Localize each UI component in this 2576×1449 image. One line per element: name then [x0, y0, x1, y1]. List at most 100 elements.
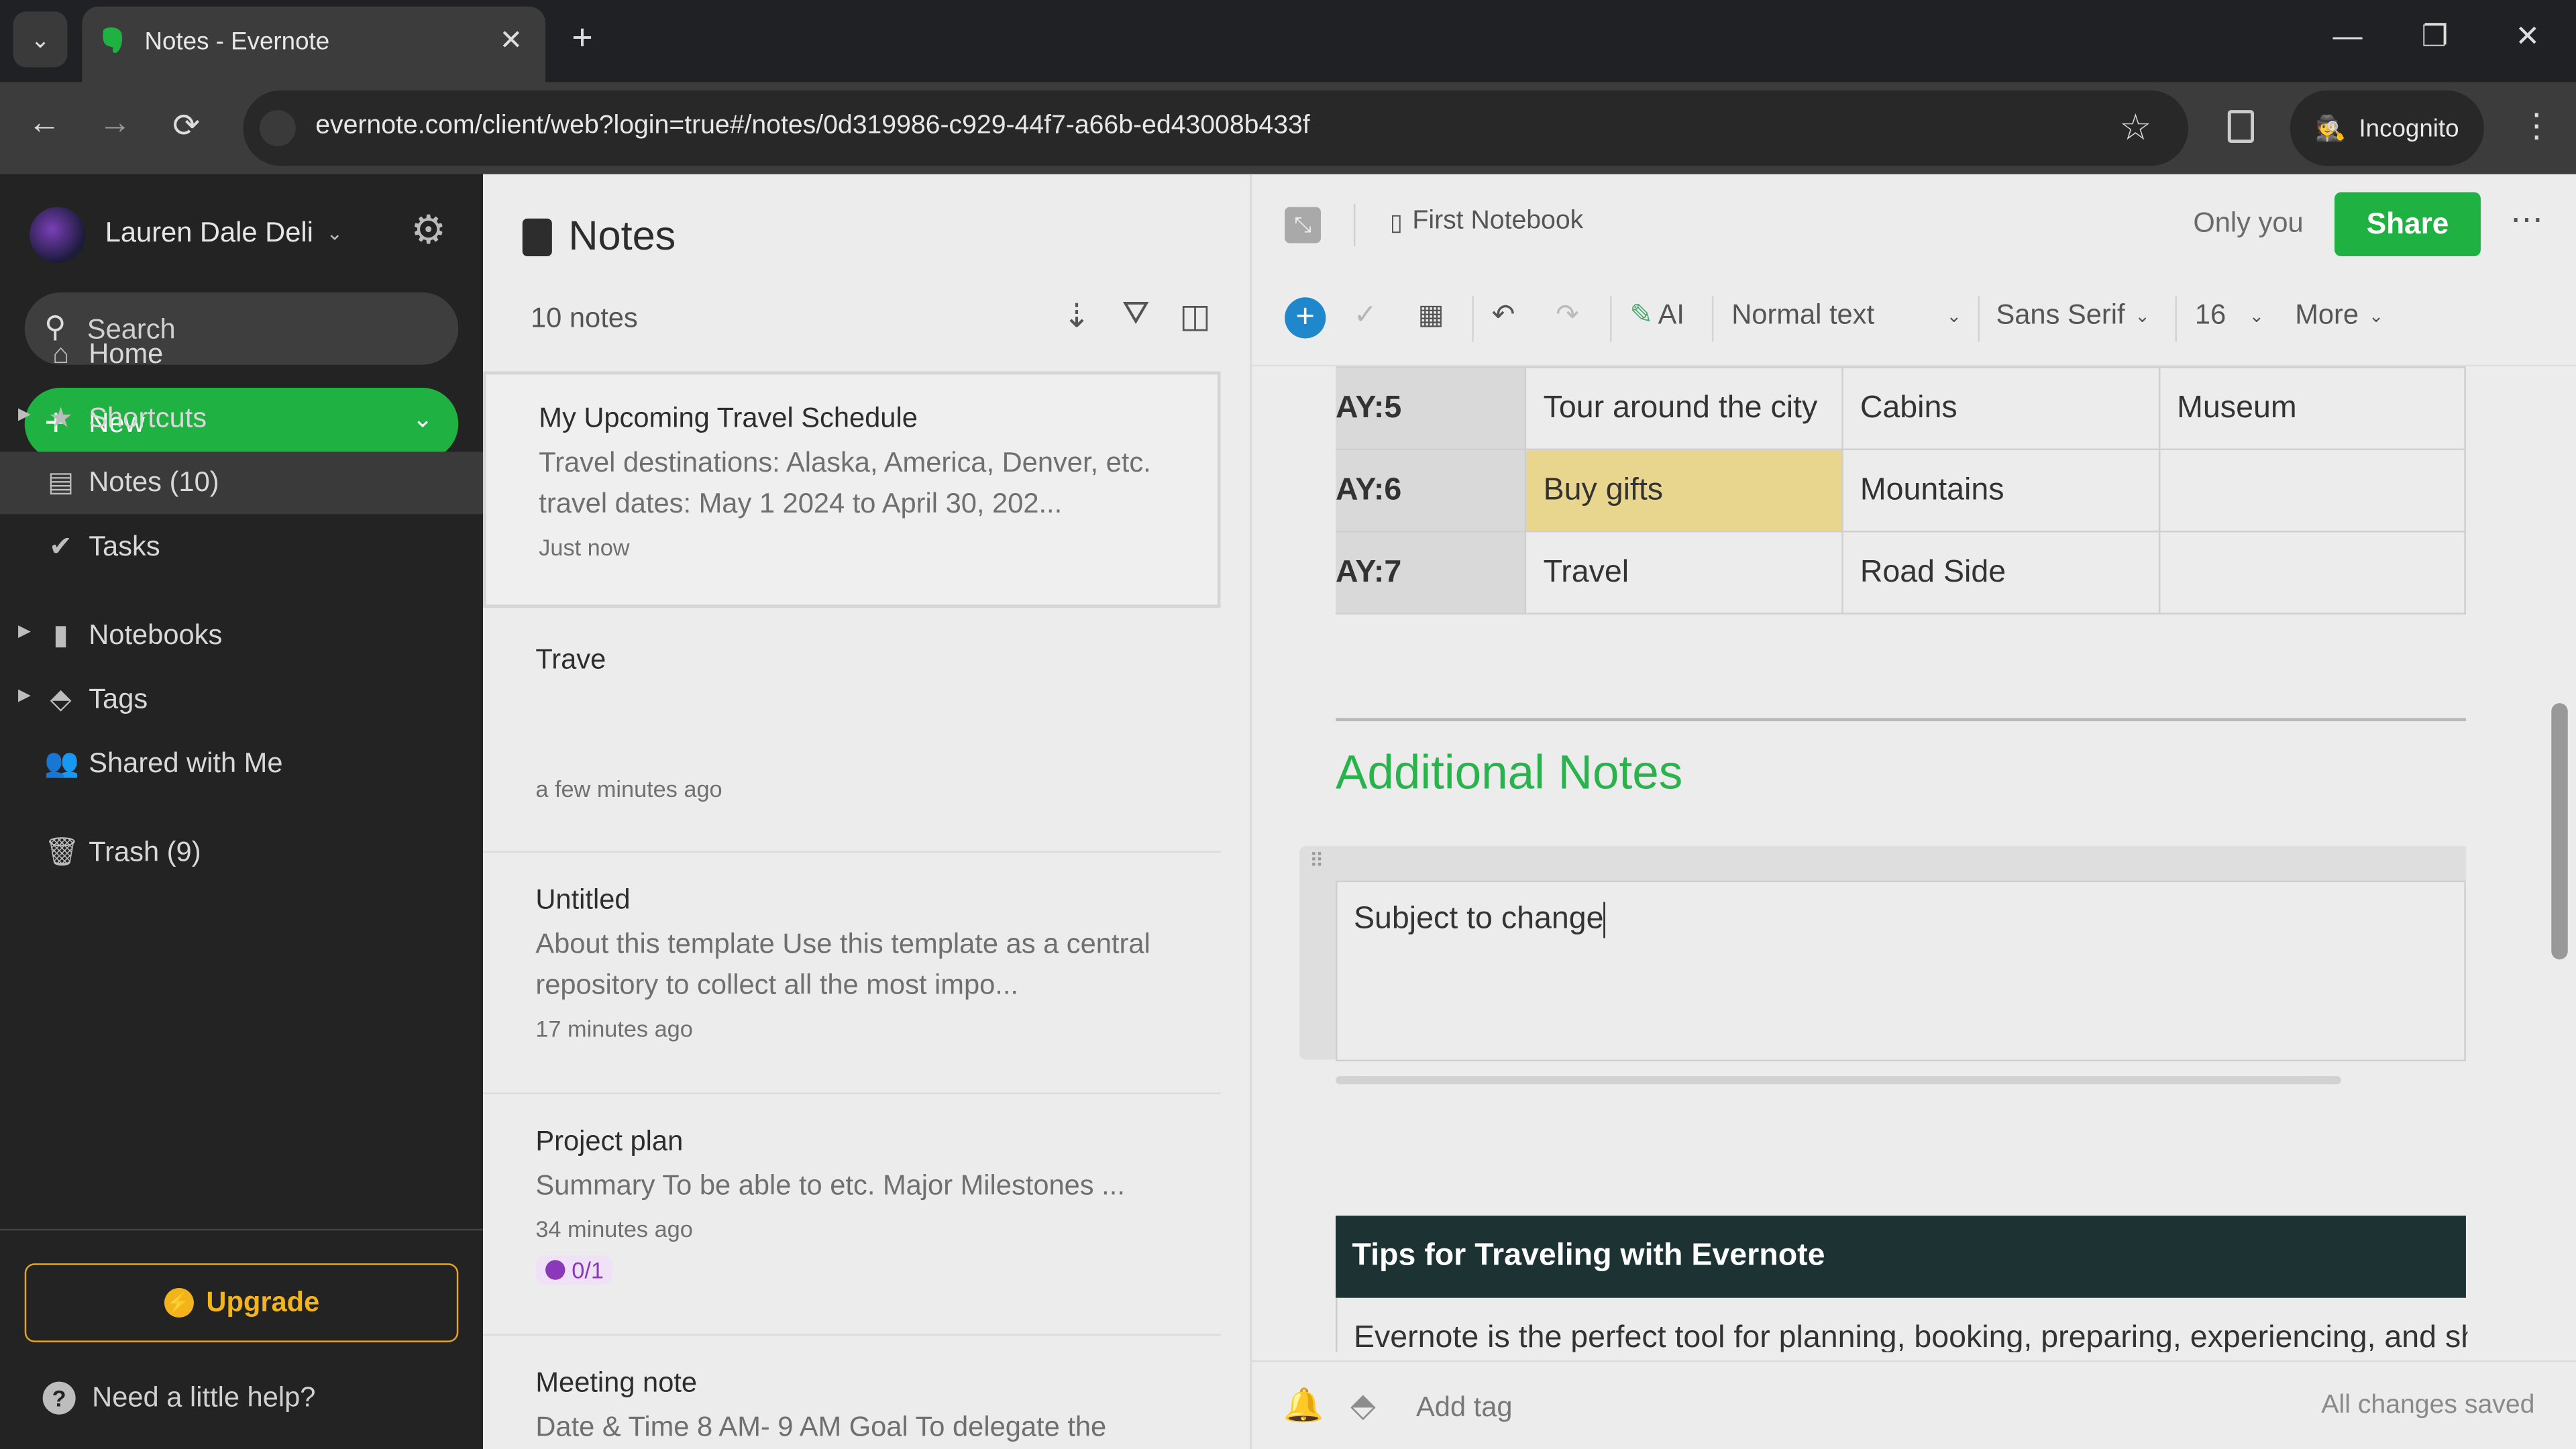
url-text[interactable]: evernote.com/client/web?login=true#/note…	[315, 112, 1309, 142]
redo-icon[interactable]: ↷	[1556, 299, 1579, 332]
day-cell[interactable]: AY:5	[1336, 366, 1527, 451]
restore-icon[interactable]: ❐	[2422, 19, 2449, 54]
add-tag-input[interactable]: Add tag	[1416, 1391, 1513, 1424]
sidebar-item-notes[interactable]: ▤ Notes (10)	[0, 451, 484, 515]
browser-tab[interactable]: Notes - Evernote ✕	[82, 6, 546, 83]
table-row: AY:5 Tour around the city Cabins Museum	[1336, 366, 2466, 451]
block-drag-handle[interactable]: ⠿	[1299, 846, 1336, 1060]
forward-icon[interactable]: →	[99, 105, 131, 143]
note-body[interactable]: AY:5 Tour around the city Cabins Museum AY:6…	[1252, 366, 2550, 1352]
note-title: Untitled	[535, 883, 631, 916]
help-link[interactable]: ? Need a little help?	[42, 1381, 315, 1415]
visibility-label[interactable]: Only you	[2193, 207, 2303, 240]
note-list-item[interactable]: Untitled About this template Use this tem…	[483, 851, 1221, 1093]
expand-icon[interactable]: ⤡	[1285, 207, 1321, 244]
block-text-wrap: Subject to change	[1354, 902, 1605, 938]
day-cell[interactable]: AY:7	[1336, 531, 1527, 614]
add-tag-icon[interactable]: ⬘	[1350, 1385, 1376, 1426]
task-count-badge: 0/1	[535, 1255, 614, 1285]
divider	[1353, 203, 1356, 247]
window-close-icon[interactable]: ✕	[2515, 19, 2540, 54]
table-cell[interactable]: Buy gifts	[1525, 448, 1844, 533]
table-cell[interactable]: Road Side	[1841, 531, 2161, 614]
side-panel-icon[interactable]	[2227, 110, 2255, 144]
sidebar-item-tasks[interactable]: ✔ Tasks	[0, 516, 483, 578]
table-cell[interactable]: Museum	[2159, 366, 2466, 451]
site-settings-icon[interactable]	[259, 110, 296, 146]
bookmark-star-icon[interactable]: ☆	[2119, 107, 2151, 150]
day-cell[interactable]: AY:6	[1336, 448, 1527, 533]
close-tab-icon[interactable]: ✕	[499, 25, 523, 58]
ai-button[interactable]: ✎ AI	[1629, 299, 1684, 332]
text-cursor	[1603, 902, 1605, 938]
font-size-value: 16	[2194, 299, 2226, 331]
note-list-item[interactable]: Meeting note Date & Time 8 AM- 9 AM Goal …	[483, 1334, 1221, 1449]
table-cell[interactable]: Mountains	[1841, 448, 2161, 533]
table-cell[interactable]: Cabins	[1841, 366, 2161, 451]
tab-search-button[interactable]: ⌄	[13, 11, 68, 68]
upgrade-button[interactable]: ⚡ Upgrade	[24, 1263, 459, 1342]
browser-menu-icon[interactable]: ⋮	[2520, 105, 2553, 146]
sidebar-item-notebooks[interactable]: ▶ ▮ Notebooks	[0, 604, 483, 667]
insert-plus-icon[interactable]: +	[1285, 297, 1326, 339]
calendar-icon[interactable]: ▦	[1417, 299, 1444, 332]
sidebar-item-label: Notes (10)	[89, 466, 219, 498]
task-check-icon[interactable]: ✓	[1354, 299, 1377, 332]
sidebar-item-label: Trash (9)	[89, 836, 201, 868]
note-editor: ⤡ ▯ First Notebook Only you Share ⋯ + ✓ …	[1250, 174, 2576, 1449]
more-dropdown[interactable]: More ⌄	[2295, 299, 2383, 332]
view-layout-icon[interactable]: ◫	[1179, 296, 1210, 337]
font-dropdown[interactable]: Sans Serif ⌄	[1996, 299, 2150, 332]
text-block[interactable]: Subject to change	[1336, 880, 2466, 1062]
task-count: 0/1	[572, 1256, 604, 1283]
address-bar[interactable]: evernote.com/client/web?login=true#/note…	[243, 90, 2189, 166]
sidebar-item-shared[interactable]: 👥 Shared with Me	[0, 733, 483, 795]
sidebar-item-tags[interactable]: ▶ ⬘ Tags	[0, 669, 483, 731]
expand-caret-icon[interactable]: ▶	[18, 406, 31, 424]
table-cell[interactable]: Tour around the city	[1525, 366, 1844, 451]
notebook-selector[interactable]: ▯ First Notebook	[1390, 207, 1583, 237]
new-tab-button[interactable]: +	[572, 16, 592, 59]
sort-icon[interactable]: ⇣	[1063, 296, 1090, 337]
more-options-icon[interactable]: ⋯	[2510, 199, 2543, 239]
note-snippet: Summary To be able to etc. Major Milesto…	[535, 1169, 1125, 1201]
drag-dots-icon: ⠿	[1309, 849, 1324, 873]
avatar[interactable]	[30, 207, 86, 263]
table-cell[interactable]: Travel	[1525, 531, 1844, 614]
task-check-icon	[545, 1260, 566, 1280]
font-value: Sans Serif	[1996, 299, 2125, 331]
minimize-icon[interactable]: —	[2333, 19, 2363, 54]
table-cell[interactable]	[2159, 531, 2466, 614]
sidebar-item-trash[interactable]: 🗑 Trash (9)	[0, 821, 483, 883]
sidebar-icon: ⬘	[50, 683, 72, 715]
note-list-item[interactable]: My Upcoming Travel Schedule Travel destin…	[483, 371, 1221, 608]
formatting-toolbar: + ✓ ▦ ↶ ↷ ✎ AI Normal text ⌄ Sans Serif …	[1252, 273, 2576, 367]
expand-caret-icon[interactable]: ▶	[18, 623, 31, 641]
filter-icon[interactable]: ⛛	[1122, 296, 1150, 333]
table-cell[interactable]	[2159, 448, 2466, 533]
block-text: Subject to change	[1353, 902, 1604, 936]
sidebar-item-label: Shared with Me	[89, 747, 283, 779]
text-style-dropdown[interactable]: Normal text ⌄	[1731, 299, 1962, 332]
incognito-badge[interactable]: 🕵 Incognito	[2290, 90, 2484, 166]
font-size-dropdown[interactable]: 16 ⌄	[2195, 299, 2264, 332]
sidebar-item-home[interactable]: ⌂ Home	[0, 323, 483, 386]
vertical-scrollbar[interactable]	[2551, 703, 2568, 960]
settings-gear-icon[interactable]: ⚙	[411, 207, 446, 255]
tab-title: Notes - Evernote	[144, 28, 330, 56]
note-list-item[interactable]: Project plan Summary To be able to etc. M…	[483, 1093, 1221, 1334]
back-icon[interactable]: ←	[28, 105, 61, 143]
share-button[interactable]: Share	[2334, 192, 2481, 257]
reload-icon[interactable]: ⟳	[172, 105, 200, 146]
note-title: Trave	[535, 644, 606, 676]
sidebar-item-shortcuts[interactable]: ▶ ★ Shortcuts	[0, 388, 483, 450]
add-reminder-icon[interactable]: 🔔	[1283, 1385, 1324, 1426]
expand-caret-icon[interactable]: ▶	[18, 687, 31, 705]
notebook-icon: ▯	[1389, 207, 1403, 234]
account-menu[interactable]: Lauren Dale Deli ⌄	[105, 217, 343, 250]
note-list-item[interactable]: Trave a few minutes ago	[483, 611, 1221, 851]
sidebar-item-label: Shortcuts	[89, 402, 207, 434]
undo-icon[interactable]: ↶	[1492, 299, 1515, 332]
horizontal-scrollbar[interactable]	[1336, 1076, 2341, 1085]
sidebar-item-label: Home	[89, 338, 164, 370]
